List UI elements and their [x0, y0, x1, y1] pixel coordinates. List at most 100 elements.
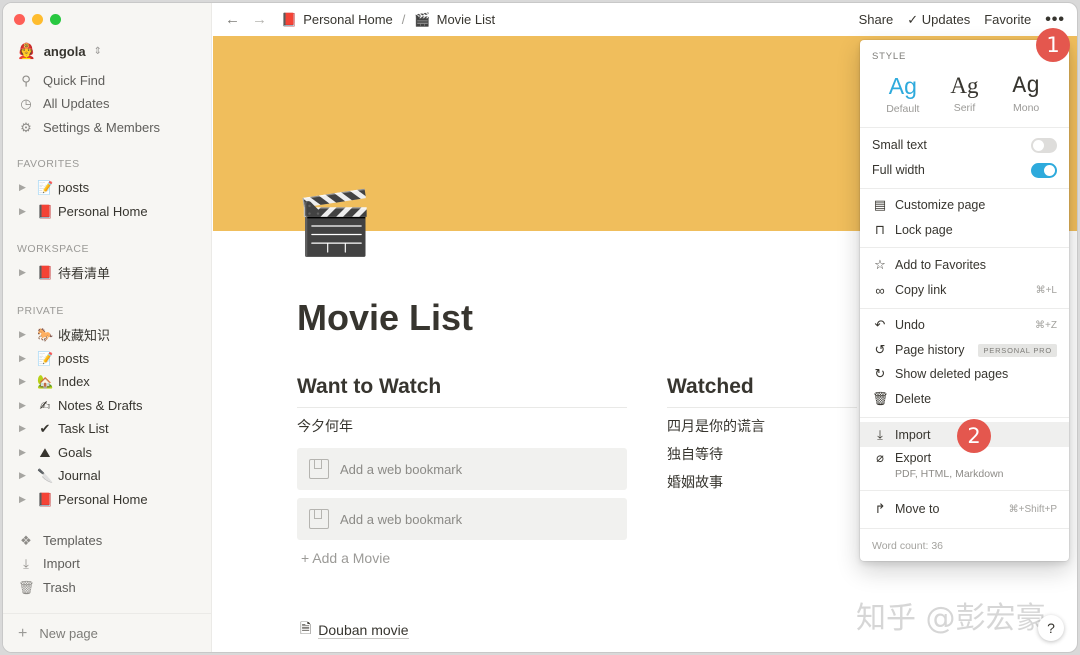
- trash-icon: 🗑: [872, 391, 889, 406]
- sidebar-item-label: Personal Home: [58, 492, 148, 507]
- forward-arrow-icon[interactable]: →: [252, 11, 267, 28]
- expand-triangle-icon[interactable]: ▶: [19, 400, 31, 411]
- show-deleted-pages-item[interactable]: ↻ Show deleted pages: [860, 362, 1069, 386]
- font-style-picker: Ag Default Ag Serif Ag Mono: [860, 73, 1069, 115]
- favorites-section-label: FAVORITES: [17, 158, 80, 170]
- sidebar-item-label: posts: [58, 351, 90, 366]
- sidebar-item-collected-knowledge[interactable]: ▶ 🐎 收藏知识: [3, 323, 212, 346]
- list-item[interactable]: 四月是你的谎言: [667, 412, 857, 440]
- workspace-name: angola: [43, 43, 86, 59]
- list-item[interactable]: 婚姻故事: [667, 468, 857, 496]
- page-icon-small: 🗎: [300, 620, 312, 636]
- menu-item-label: Page history: [895, 343, 965, 357]
- full-width-toggle[interactable]: [1031, 162, 1057, 178]
- full-width-toggle-row[interactable]: Full width: [860, 158, 1069, 182]
- sidebar-item-watchlist[interactable]: ▶ 📕 待看清单: [3, 261, 212, 284]
- sidebar-item-task-list[interactable]: ▶ ✔ Task List: [3, 417, 212, 440]
- import-icon: ⤓: [23, 555, 29, 571]
- sidebar-import[interactable]: ⤓ Import: [3, 552, 212, 575]
- help-button[interactable]: ?: [1038, 615, 1064, 641]
- favorite-button[interactable]: Favorite: [984, 12, 1031, 27]
- expand-triangle-icon[interactable]: ▶: [19, 353, 31, 364]
- sidebar-item-goals[interactable]: ▶ ⛰ Goals: [3, 441, 212, 464]
- expand-triangle-icon[interactable]: ▶: [19, 267, 31, 278]
- font-serif-option[interactable]: Ag Serif: [934, 73, 994, 115]
- small-text-toggle[interactable]: [1031, 137, 1057, 153]
- douban-movie-link[interactable]: 🗎 Douban movie: [300, 618, 409, 642]
- expand-triangle-icon[interactable]: ▶: [19, 206, 31, 217]
- expand-triangle-icon[interactable]: ▶: [19, 423, 31, 434]
- sidebar-item-posts-private[interactable]: ▶ 📝 posts: [3, 347, 212, 370]
- more-options-icon[interactable]: •••: [1045, 11, 1065, 29]
- back-arrow-icon[interactable]: ←: [225, 11, 240, 28]
- zoom-window-button[interactable]: [50, 14, 61, 25]
- sidebar-trash[interactable]: 🗑 Trash: [3, 576, 212, 599]
- sidebar-quick-find[interactable]: ⚲ Quick Find: [3, 69, 212, 92]
- expand-triangle-icon[interactable]: ▶: [19, 376, 31, 387]
- list-item[interactable]: 今夕何年: [297, 412, 627, 440]
- add-movie-label: Add a Movie: [312, 550, 391, 566]
- expand-triangle-icon[interactable]: ▶: [19, 494, 31, 505]
- new-page-label: New page: [39, 626, 98, 641]
- breadcrumb-label: Personal Home: [303, 12, 393, 27]
- font-default-option[interactable]: Ag Default: [873, 73, 933, 115]
- breadcrumb-movie-list[interactable]: 🎬 Movie List: [414, 12, 495, 28]
- copy-link-item[interactable]: ∞ Copy link ⌘+L: [860, 278, 1069, 302]
- undo-item[interactable]: ↶ Undo ⌘+Z: [860, 313, 1069, 337]
- sidebar: 🧑‍🚒 angola ⇕ ⚲ Quick Find ◷ All Updates …: [3, 3, 212, 652]
- expand-triangle-icon[interactable]: ▶: [19, 182, 31, 193]
- page-emoji-icon: 📝: [37, 179, 54, 195]
- menu-divider: [860, 490, 1069, 491]
- sidebar-item-personal-home-private[interactable]: ▶ 📕 Personal Home: [3, 488, 212, 511]
- sidebar-item-notes-drafts[interactable]: ▶ ✍ Notes & Drafts: [3, 394, 212, 417]
- font-mono-option[interactable]: Ag Mono: [996, 73, 1056, 115]
- page-history-item[interactable]: ↺ Page history PERSONAL PRO: [860, 338, 1069, 362]
- small-text-toggle-row[interactable]: Small text: [860, 133, 1069, 157]
- breadcrumb-personal-home[interactable]: 📕 Personal Home: [281, 12, 393, 28]
- add-to-favorites-item[interactable]: ☆ Add to Favorites: [860, 253, 1069, 277]
- sidebar-item-personal-home[interactable]: ▶ 📕 Personal Home: [3, 200, 212, 223]
- move-to-item[interactable]: ↱ Move to ⌘+Shift+P: [860, 497, 1069, 521]
- web-bookmark-placeholder[interactable]: Add a web bookmark: [297, 448, 627, 490]
- web-bookmark-placeholder[interactable]: Add a web bookmark: [297, 498, 627, 540]
- sidebar-item-posts[interactable]: ▶ 📝 posts: [3, 176, 212, 199]
- minimize-window-button[interactable]: [32, 14, 43, 25]
- font-name: Mono: [1013, 102, 1040, 114]
- sidebar-item-label: Quick Find: [43, 73, 106, 88]
- top-actions: Share ✓ Updates Favorite •••: [859, 3, 1065, 36]
- updates-button[interactable]: ✓ Updates: [907, 12, 970, 28]
- sidebar-settings[interactable]: ⚙ Settings & Members: [3, 116, 212, 139]
- bookmark-placeholder-label: Add a web bookmark: [340, 511, 463, 527]
- add-movie-button[interactable]: + Add a Movie: [301, 550, 627, 566]
- new-page-button[interactable]: + New page: [3, 613, 212, 652]
- page-icon[interactable]: 🎬: [296, 193, 373, 255]
- gear-icon: ⚙: [20, 119, 32, 135]
- page-title[interactable]: Movie List: [297, 297, 473, 339]
- workspace-switcher[interactable]: 🧑‍🚒 angola ⇕: [17, 42, 102, 60]
- share-button[interactable]: Share: [859, 12, 894, 27]
- sidebar-item-index[interactable]: ▶ 🏡 Index: [3, 370, 212, 393]
- sidebar-item-label: Notes & Drafts: [58, 398, 143, 413]
- page-emoji-icon: 📕: [37, 491, 54, 507]
- search-icon: ⚲: [21, 72, 31, 88]
- star-icon: ☆: [874, 257, 886, 272]
- plus-icon: +: [18, 624, 28, 642]
- sidebar-all-updates[interactable]: ◷ All Updates: [3, 92, 212, 115]
- sidebar-templates[interactable]: ❖ Templates: [3, 529, 212, 552]
- chevron-updown-icon: ⇕: [93, 45, 102, 57]
- list-item[interactable]: 独自等待: [667, 440, 857, 468]
- customize-page-item[interactable]: ▤ Customize page: [860, 193, 1069, 217]
- close-window-button[interactable]: [14, 14, 25, 25]
- expand-triangle-icon[interactable]: ▶: [19, 470, 31, 481]
- watched-heading[interactable]: Watched: [667, 375, 857, 408]
- menu-item-label: Import: [895, 427, 931, 442]
- want-to-watch-heading[interactable]: Want to Watch: [297, 375, 627, 408]
- page-emoji-icon: ✔: [39, 420, 51, 436]
- sidebar-item-journal[interactable]: ▶ 🔪 Journal: [3, 464, 212, 487]
- sidebar-item-label: Trash: [43, 580, 76, 595]
- delete-item[interactable]: 🗑 Delete: [860, 387, 1069, 411]
- expand-triangle-icon[interactable]: ▶: [19, 329, 31, 340]
- expand-triangle-icon[interactable]: ▶: [19, 447, 31, 458]
- page-emoji-icon: ⛰: [39, 444, 51, 460]
- lock-page-item[interactable]: ⊓ Lock page: [860, 218, 1069, 242]
